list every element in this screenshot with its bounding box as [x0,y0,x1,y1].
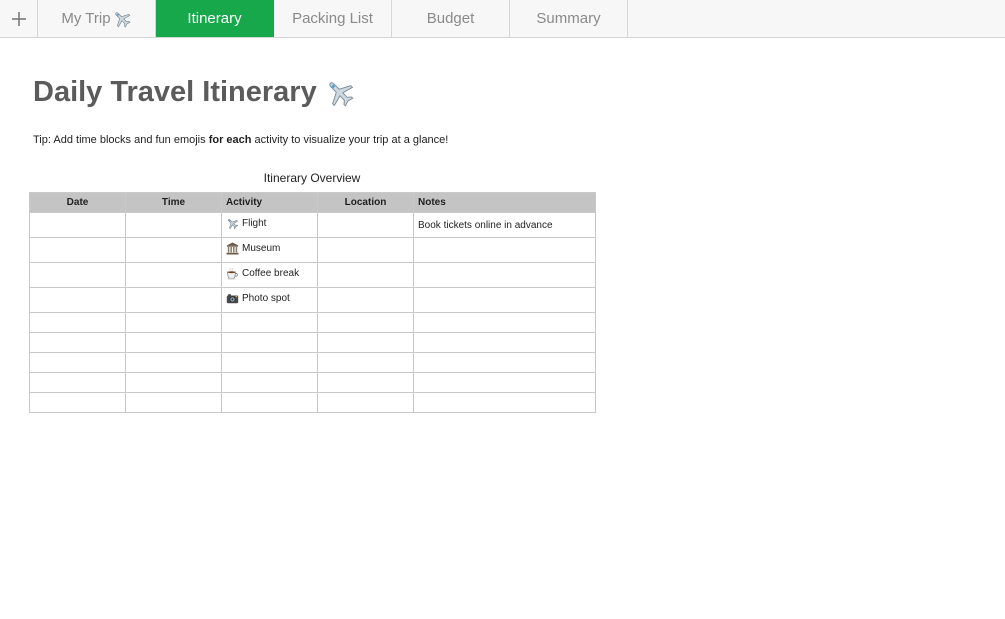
time-cell[interactable] [125,332,222,353]
time-cell[interactable] [125,312,222,333]
table-row: Photo spot [29,287,596,313]
notes-cell[interactable] [413,392,596,413]
location-cell[interactable] [317,287,414,313]
page-title[interactable]: Daily Travel Itinerary [33,76,356,109]
time-cell[interactable] [125,262,222,288]
tab-label: Packing List [292,10,373,27]
activity-label: Flight [242,218,267,229]
activity-cell[interactable]: Coffee break [221,262,318,288]
column-header-date[interactable]: Date [29,192,126,213]
tab-my-trip[interactable]: My Trip [38,0,156,37]
notes-cell[interactable]: Book tickets online in advance [413,212,596,238]
page-title-text: Daily Travel Itinerary [33,76,317,108]
tip-text-bold: for each [208,134,252,146]
date-cell[interactable] [29,392,126,413]
time-cell[interactable] [125,372,222,393]
sheet-tab-bar: My Trip Itinerary Packing List Budget Su… [0,0,1005,38]
date-cell[interactable] [29,262,126,288]
table-title[interactable]: Itinerary Overview [29,171,595,185]
location-cell[interactable] [317,237,414,263]
activity-cell[interactable] [221,352,318,373]
table-row: Coffee break [29,262,596,288]
location-cell[interactable] [317,212,414,238]
tab-itinerary[interactable]: Itinerary [156,0,274,37]
table-row: Flight Book tickets online in advance [29,212,596,238]
date-cell[interactable] [29,372,126,393]
airplane-icon [324,77,356,109]
notes-cell[interactable] [413,372,596,393]
tab-label: My Trip [61,10,111,27]
plus-icon [11,11,26,26]
time-cell[interactable] [125,287,222,313]
date-cell[interactable] [29,332,126,353]
activity-cell[interactable]: Photo spot [221,287,318,313]
location-cell[interactable] [317,392,414,413]
table-row [29,352,596,373]
tab-label: Budget [426,10,475,27]
location-cell[interactable] [317,262,414,288]
tab-summary[interactable]: Summary [510,0,628,37]
location-cell[interactable] [317,312,414,333]
column-header-location[interactable]: Location [317,192,414,213]
date-cell[interactable] [29,212,126,238]
table-row [29,392,596,413]
airplane-icon [112,9,132,29]
time-cell[interactable] [125,392,222,413]
activity-cell[interactable]: Museum [221,237,318,263]
date-cell[interactable] [29,287,126,313]
tab-budget[interactable]: Budget [392,0,510,37]
activity-cell[interactable] [221,392,318,413]
column-header-notes[interactable]: Notes [413,192,596,213]
notes-cell[interactable] [413,332,596,353]
notes-cell[interactable] [413,352,596,373]
location-cell[interactable] [317,352,414,373]
tip-text-start: Tip: Add time blocks and fun emojis [33,134,209,146]
tip-text-end: activity to visualize your trip at a gla… [251,134,449,146]
date-cell[interactable] [29,352,126,373]
activity-label: Coffee break [242,268,300,279]
notes-cell[interactable] [413,262,596,288]
date-cell[interactable] [29,237,126,263]
time-cell[interactable] [125,352,222,373]
activity-cell[interactable] [221,312,318,333]
airplane-icon [226,217,239,230]
activity-cell[interactable] [221,332,318,353]
table-header-row: Date Time Activity Location Notes [29,192,596,213]
notes-cell[interactable] [413,237,596,263]
table-row: Museum [29,237,596,263]
location-cell[interactable] [317,332,414,353]
activity-label: Photo spot [242,293,290,304]
add-sheet-button[interactable] [0,0,38,37]
itinerary-table[interactable]: Date Time Activity Location Notes Flight… [29,192,596,413]
table-row [29,312,596,333]
camera-icon [226,292,239,305]
activity-cell[interactable]: Flight [221,212,318,238]
table-row [29,372,596,393]
notes-cell[interactable] [413,312,596,333]
location-cell[interactable] [317,372,414,393]
column-header-time[interactable]: Time [125,192,222,213]
time-cell[interactable] [125,212,222,238]
tip-text[interactable]: Tip: Add time blocks and fun emojis for … [33,134,448,146]
activity-cell[interactable] [221,372,318,393]
tab-label: Itinerary [187,10,242,27]
tab-packing-list[interactable]: Packing List [274,0,392,37]
time-cell[interactable] [125,237,222,263]
column-header-activity[interactable]: Activity [221,192,318,213]
notes-cell[interactable] [413,287,596,313]
museum-icon [226,242,239,255]
date-cell[interactable] [29,312,126,333]
tab-label: Summary [536,10,601,27]
table-row [29,332,596,353]
coffee-icon [226,267,239,280]
activity-label: Museum [242,243,281,254]
